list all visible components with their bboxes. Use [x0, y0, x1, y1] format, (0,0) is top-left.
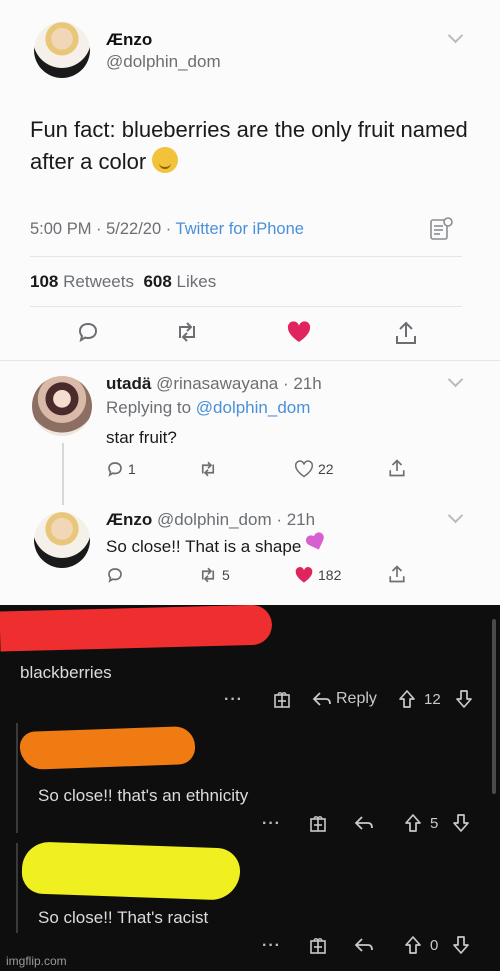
- award-icon[interactable]: [308, 813, 328, 833]
- share-icon[interactable]: [388, 564, 406, 584]
- reply-text: star fruit?: [106, 428, 177, 447]
- upvote-icon[interactable]: 12: [398, 689, 441, 709]
- reply-author-name[interactable]: Ænzo: [106, 510, 152, 529]
- replying-to-label: Replying to: [106, 398, 196, 417]
- reply-icon[interactable]: [354, 815, 374, 831]
- replying-to-handle[interactable]: @dolphin_dom: [196, 398, 311, 417]
- reply-text: So close!! That is a shape: [106, 534, 326, 557]
- reply-author-handle[interactable]: @dolphin_dom: [157, 510, 272, 529]
- two-hearts-emoji-icon: [304, 531, 328, 553]
- comment-text: blackberries: [20, 663, 112, 682]
- upvote-icon[interactable]: 0: [404, 935, 438, 955]
- divider: [30, 256, 462, 257]
- reply-age: · 21h: [271, 510, 316, 529]
- chevron-down-icon[interactable]: [447, 371, 464, 388]
- analytics-icon[interactable]: [428, 216, 454, 242]
- retweet-icon[interactable]: [198, 460, 218, 478]
- reply-icon[interactable]: 1: [106, 460, 136, 478]
- like-count: 22: [318, 461, 334, 477]
- tweet-screenshot: Ænzo @dolphin_dom Fun fact: blueberries …: [0, 0, 500, 605]
- redacted-username: [19, 725, 196, 771]
- author-avatar[interactable]: [34, 22, 90, 78]
- author-handle[interactable]: @dolphin_dom: [106, 52, 221, 72]
- heart-icon[interactable]: [286, 320, 312, 344]
- comment-text: So close!! that's an ethnicity: [38, 786, 249, 805]
- thread-line: [16, 843, 18, 933]
- replying-to: Replying to @dolphin_dom: [106, 398, 310, 418]
- retweets-label[interactable]: Retweets: [63, 272, 134, 291]
- engagement-stats: 108 Retweets 608 Likes: [30, 272, 216, 292]
- vote-count: 0: [430, 936, 439, 954]
- tweet-text: Fun fact: blueberries are the only fruit…: [30, 114, 470, 178]
- downvote-icon[interactable]: [452, 935, 470, 955]
- reply-header: Ænzo @dolphin_dom · 21h: [106, 510, 315, 530]
- thread-line: [16, 723, 18, 833]
- chevron-down-icon[interactable]: [447, 507, 464, 524]
- more-options-icon[interactable]: ···: [262, 937, 281, 955]
- comment-thread: blackberries ··· Reply 12 So close!! tha…: [0, 604, 500, 971]
- heart-outline-icon[interactable]: 22: [294, 460, 334, 478]
- more-options-icon[interactable]: ···: [262, 815, 281, 833]
- reply-count: 1: [128, 461, 136, 477]
- like-count: 182: [318, 567, 342, 583]
- downvote-icon[interactable]: [455, 689, 473, 709]
- likes-count[interactable]: 608: [143, 272, 171, 291]
- vote-count: 5: [430, 814, 439, 832]
- thread-line: [62, 443, 64, 505]
- reply-author-name[interactable]: utadä: [106, 374, 151, 393]
- reply-button[interactable]: Reply: [312, 690, 377, 708]
- reply-author-avatar[interactable]: [32, 376, 92, 436]
- divider: [0, 360, 500, 361]
- tweet-source-link[interactable]: Twitter for iPhone: [176, 220, 304, 238]
- reply-icon[interactable]: [76, 320, 100, 344]
- reply-age: · 21h: [278, 374, 322, 393]
- likes-label[interactable]: Likes: [177, 272, 217, 291]
- scrollbar[interactable]: [492, 619, 496, 794]
- vote-count: 12: [424, 690, 441, 708]
- reply-author-avatar[interactable]: [34, 512, 90, 568]
- redacted-username: [0, 604, 273, 652]
- retweet-icon[interactable]: [174, 320, 200, 344]
- tweet-timestamp: 5:00 PM · 5/22/20 ·: [30, 220, 176, 238]
- chevron-down-icon[interactable]: [447, 27, 464, 44]
- author-name[interactable]: Ænzo: [106, 30, 152, 50]
- reply-header: utadä @rinasawayana · 21h: [106, 374, 322, 394]
- more-options-icon[interactable]: ···: [224, 691, 243, 709]
- reply-icon[interactable]: [354, 937, 374, 953]
- reply-icon[interactable]: [106, 566, 124, 584]
- share-icon[interactable]: [388, 458, 406, 478]
- comment-text: So close!! That's racist: [38, 908, 209, 927]
- divider: [30, 306, 462, 307]
- reply-label[interactable]: Reply: [336, 690, 377, 708]
- reply-text-content: So close!! That is a shape: [106, 537, 302, 556]
- redacted-username: [21, 841, 241, 901]
- watermark: imgflip.com: [6, 954, 67, 968]
- reply-author-handle[interactable]: @rinasawayana: [156, 374, 278, 393]
- upvote-icon[interactable]: 5: [404, 813, 438, 833]
- tweet-meta: 5:00 PM · 5/22/20 · Twitter for iPhone: [30, 220, 304, 239]
- award-icon[interactable]: [272, 689, 292, 709]
- retweets-count[interactable]: 108: [30, 272, 58, 291]
- tweet-text-content: Fun fact: blueberries are the only fruit…: [30, 117, 468, 174]
- retweet-count: 5: [222, 567, 230, 583]
- retweet-icon[interactable]: 5: [198, 566, 230, 584]
- hugging-face-emoji-icon: [152, 147, 179, 173]
- award-icon[interactable]: [308, 935, 328, 955]
- share-icon[interactable]: [394, 320, 418, 346]
- downvote-icon[interactable]: [452, 813, 470, 833]
- heart-icon[interactable]: 182: [294, 566, 341, 584]
